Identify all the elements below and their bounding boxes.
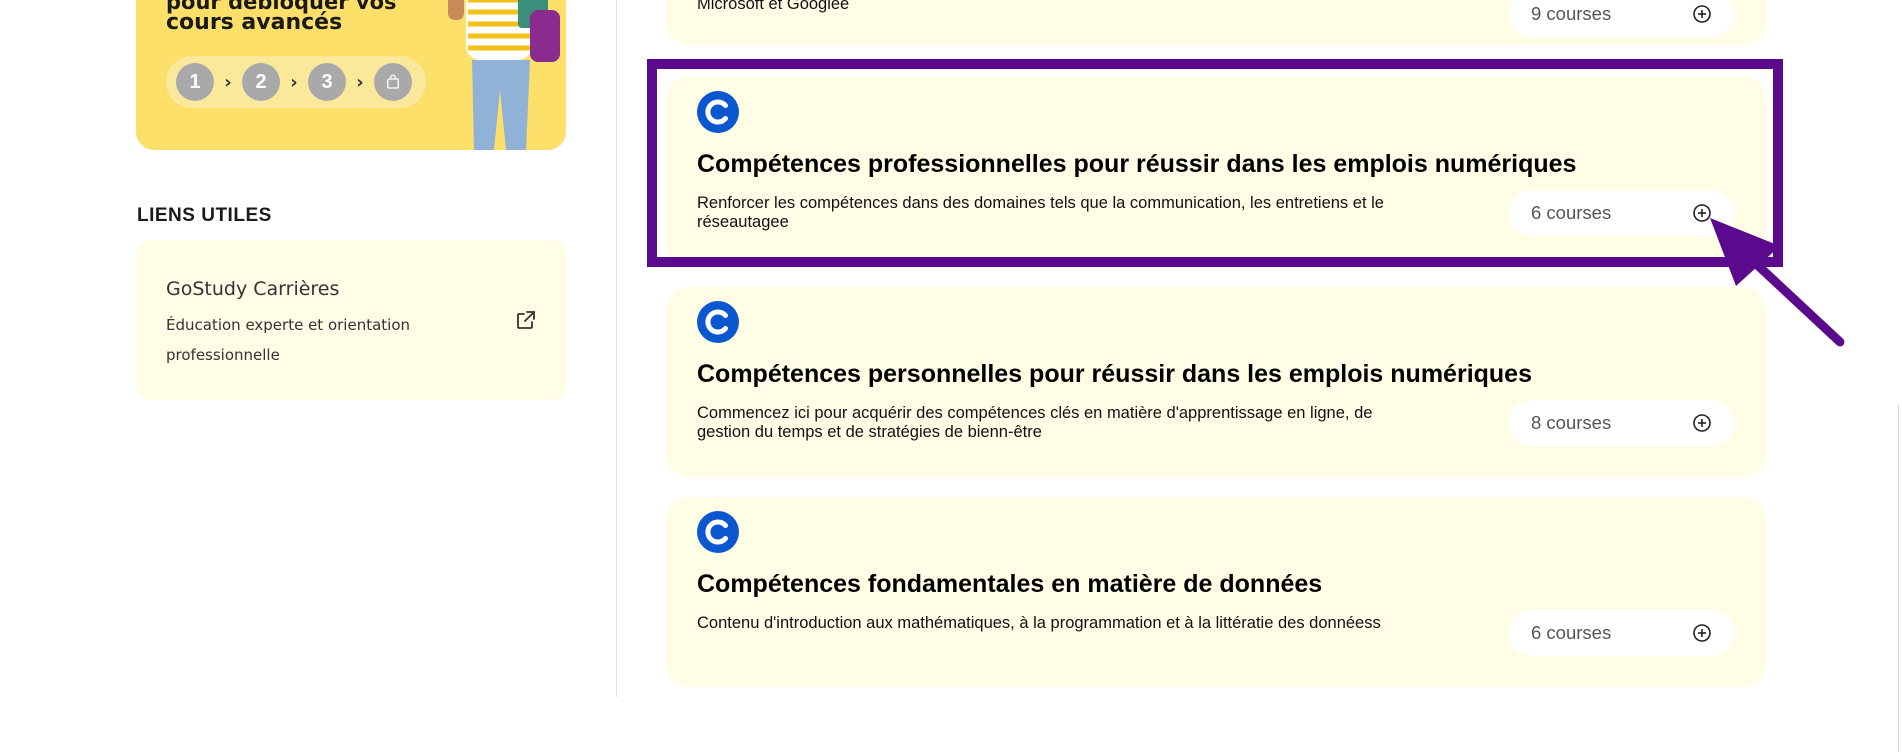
course-description: Commencez ici pour acquérir des compéten… [697, 404, 1373, 441]
course-card[interactable]: Compétences personnelles pour réussir da… [666, 287, 1766, 477]
course-title: Compétences personnelles pour réussir da… [697, 360, 1532, 388]
course-count-toggle[interactable]: 6 courses [1509, 610, 1734, 656]
useful-links-heading: LIENS UTILES [137, 205, 272, 226]
chevron-right-icon: › [356, 71, 364, 93]
column-divider [616, 0, 617, 697]
course-count: 9 courses [1531, 3, 1612, 24]
course-count: 6 courses [1531, 622, 1612, 643]
highlight-box [647, 59, 1783, 267]
scrollbar-track[interactable] [1898, 405, 1899, 752]
unlock-promo-banner: pour débloquer vos cours avancés 1 › 2 ›… [136, 0, 566, 150]
course-description: Contenu d'introduction aux mathématiques… [697, 614, 1381, 632]
chevron-right-icon: › [224, 71, 232, 93]
shopping-bag-icon [374, 63, 412, 101]
step-1: 1 [176, 63, 214, 101]
gostudy-careers-link-card[interactable]: GoStudy Carrières Éducation experte et o… [136, 240, 566, 400]
step-2: 2 [242, 63, 280, 101]
coursera-logo-icon [697, 511, 739, 553]
course-count: 8 courses [1531, 412, 1612, 433]
promo-text-line2: cours avancés [166, 10, 343, 35]
unlock-stepper: 1 › 2 › 3 › [166, 56, 426, 108]
course-title: Compétences fondamentales en matière de … [697, 570, 1323, 598]
link-description: Éducation experte et orientation profess… [166, 316, 411, 364]
course-card[interactable]: Compétences fondamentales en matière de … [666, 497, 1766, 687]
link-title: GoStudy Carrières [166, 278, 340, 300]
course-card-partial: Microsoft et Googlee 9 courses [666, 0, 1766, 45]
external-link-icon[interactable] [514, 308, 538, 332]
student-illustration [448, 0, 560, 150]
chevron-right-icon: › [290, 71, 298, 93]
coursera-logo-icon [697, 301, 739, 343]
plus-circle-icon [1693, 414, 1711, 432]
plus-circle-icon [1693, 5, 1711, 23]
pointer-arrow-icon [1710, 218, 1845, 347]
plus-circle-icon [1693, 624, 1711, 642]
course-count-toggle[interactable]: 9 courses [1509, 0, 1734, 37]
step-3: 3 [308, 63, 346, 101]
course-description: Microsoft et Googlee [697, 0, 850, 13]
course-count-toggle[interactable]: 8 courses [1509, 400, 1734, 446]
